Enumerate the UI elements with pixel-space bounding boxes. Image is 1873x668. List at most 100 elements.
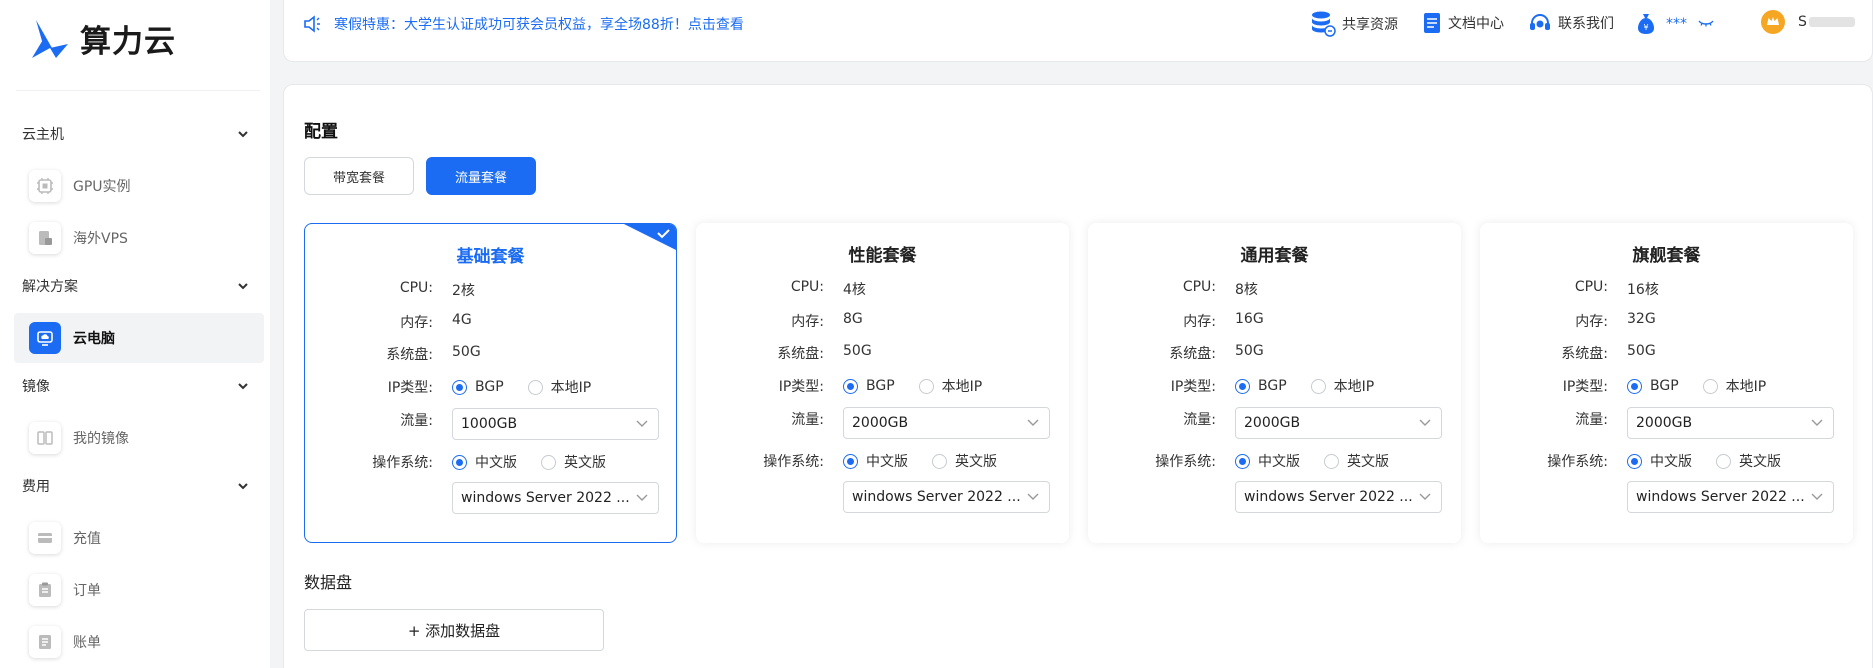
radio-english[interactable] bbox=[1324, 453, 1339, 469]
radio-local-ip[interactable] bbox=[1702, 378, 1718, 394]
radio-bgp[interactable] bbox=[452, 379, 467, 395]
section-billing[interactable]: 费用 bbox=[22, 474, 250, 498]
radio-english[interactable] bbox=[541, 454, 556, 470]
sidebar-item-my-images[interactable]: 我的镜像 bbox=[14, 413, 264, 463]
radio-label: 本地IP bbox=[941, 379, 983, 395]
sidebar-item-bills[interactable]: 账单 bbox=[14, 617, 264, 667]
radio-chinese[interactable] bbox=[843, 453, 858, 469]
radio-label: 英文版 bbox=[955, 454, 997, 470]
plan-card-basic[interactable]: 基础套餐 CPU: 2核 内存: 4G 系统盘: 50G IP类型: BGP 本… bbox=[304, 223, 677, 543]
eye-closed-icon[interactable] bbox=[1697, 18, 1715, 30]
radio-label: 本地IP bbox=[1333, 379, 1375, 395]
brand-name: 算力云 bbox=[80, 24, 176, 60]
logo[interactable]: 算力云 bbox=[30, 16, 176, 61]
radio-label: 中文版 bbox=[1258, 454, 1300, 470]
nav-shared-resources[interactable]: 共享资源 bbox=[1310, 10, 1398, 38]
sidebar-item-gpu[interactable]: GPU实例 bbox=[14, 161, 264, 211]
os-label: 操作系统: bbox=[1155, 454, 1216, 470]
nav-label: 共享资源 bbox=[1342, 17, 1398, 33]
os-select[interactable]: windows Server 2022 ... bbox=[1235, 481, 1442, 513]
select-value: windows Server 2022 ... bbox=[852, 489, 1021, 505]
plan-card-performance[interactable]: 性能套餐 CPU: 4核 内存: 8G 系统盘: 50G IP类型: BGP 本… bbox=[696, 223, 1069, 543]
plan-card-flagship[interactable]: 旗舰套餐 CPU: 16核 内存: 32G 系统盘: 50G IP类型: BGP… bbox=[1480, 223, 1853, 543]
section-label: 云主机 bbox=[22, 127, 64, 143]
radio-english[interactable] bbox=[932, 453, 947, 469]
section-solutions[interactable]: 解决方案 bbox=[22, 274, 250, 298]
mem-value: 16G bbox=[1235, 311, 1264, 327]
mem-value: 8G bbox=[843, 311, 863, 327]
nav-label: 联系我们 bbox=[1558, 16, 1614, 32]
chevron-down-icon bbox=[1811, 419, 1823, 426]
traffic-select[interactable]: 1000GB bbox=[452, 408, 659, 440]
radio-local-ip[interactable] bbox=[1310, 378, 1326, 394]
sidebar-item-orders[interactable]: 订单 bbox=[14, 565, 264, 615]
balance[interactable]: ¥ *** bbox=[1636, 12, 1715, 36]
os-select[interactable]: windows Server 2022 ... bbox=[452, 482, 659, 514]
cpu-value: 2核 bbox=[452, 283, 475, 299]
radio-chinese[interactable] bbox=[452, 454, 467, 470]
cpu-label: CPU: bbox=[1574, 279, 1608, 295]
disk-label: 系统盘: bbox=[386, 347, 433, 363]
disk-label: 系统盘: bbox=[777, 346, 824, 362]
database-icon bbox=[1312, 11, 1336, 37]
ip-label: IP类型: bbox=[1170, 379, 1216, 395]
divider bbox=[16, 90, 260, 91]
cpu-label: CPU: bbox=[399, 280, 433, 296]
radio-local-ip[interactable] bbox=[918, 378, 934, 394]
os-lang-radio-group: 中文版 英文版 bbox=[1627, 451, 1805, 471]
section-cloud-host[interactable]: 云主机 bbox=[22, 122, 250, 146]
traffic-select[interactable]: 2000GB bbox=[1627, 407, 1834, 439]
data-disk-label: 数据盘 bbox=[304, 573, 353, 592]
radio-label: 本地IP bbox=[1725, 379, 1767, 395]
ip-label: IP类型: bbox=[1562, 379, 1608, 395]
avatar-icon bbox=[1761, 10, 1785, 34]
radio-chinese[interactable] bbox=[1235, 453, 1250, 469]
os-select[interactable]: windows Server 2022 ... bbox=[843, 481, 1050, 513]
ip-label: IP类型: bbox=[778, 379, 824, 395]
nav-docs[interactable]: 文档中心 bbox=[1422, 12, 1504, 34]
cpu-value: 8核 bbox=[1235, 282, 1258, 298]
radio-label: BGP bbox=[866, 378, 895, 394]
server-icon bbox=[29, 222, 61, 254]
add-data-disk-button[interactable]: + 添加数据盘 bbox=[304, 609, 604, 651]
plan-name: 基础套餐 bbox=[456, 247, 525, 267]
plan-card-general[interactable]: 通用套餐 CPU: 8核 内存: 16G 系统盘: 50G IP类型: BGP … bbox=[1088, 223, 1461, 543]
radio-label: 中文版 bbox=[1650, 454, 1692, 470]
radio-local-ip[interactable] bbox=[527, 379, 543, 395]
section-images[interactable]: 镜像 bbox=[22, 374, 250, 398]
chevron-down-icon bbox=[1027, 493, 1039, 500]
config-panel: 配置 带宽套餐 流量套餐 基础套餐 CPU: 2核 内存: 4G 系统盘: 50… bbox=[283, 84, 1873, 668]
tab-traffic[interactable]: 流量套餐 bbox=[426, 157, 536, 195]
sidebar-item-cloud-pc[interactable]: 云电脑 bbox=[14, 313, 264, 363]
select-value: 2000GB bbox=[1244, 415, 1301, 431]
radio-label: 本地IP bbox=[550, 380, 592, 396]
ip-type-radio-group: BGP 本地IP bbox=[843, 376, 1006, 396]
ip-type-radio-group: BGP 本地IP bbox=[452, 377, 615, 397]
balance-hidden: *** bbox=[1666, 16, 1687, 32]
disk-label: 系统盘: bbox=[1169, 346, 1216, 362]
card-icon bbox=[29, 522, 61, 554]
radio-chinese[interactable] bbox=[1627, 453, 1642, 469]
section-label: 费用 bbox=[22, 479, 50, 495]
ip-type-radio-group: BGP 本地IP bbox=[1235, 376, 1398, 396]
user-menu[interactable]: S bbox=[1760, 9, 1855, 35]
sidebar-item-recharge[interactable]: 充值 bbox=[14, 513, 264, 563]
document-icon bbox=[1424, 13, 1440, 33]
chevron-down-icon bbox=[636, 494, 648, 501]
radio-bgp[interactable] bbox=[1627, 378, 1642, 394]
disk-label: 系统盘: bbox=[1561, 346, 1608, 362]
radio-english[interactable] bbox=[1716, 453, 1731, 469]
traffic-select[interactable]: 2000GB bbox=[1235, 407, 1442, 439]
tab-bandwidth[interactable]: 带宽套餐 bbox=[304, 157, 414, 195]
notice-banner[interactable]: 寒假特惠：大学生认证成功可获会员权益，享全场88折！点击查看 bbox=[302, 14, 744, 34]
sidebar-item-vps[interactable]: 海外VPS bbox=[14, 213, 264, 263]
cpu-value: 16核 bbox=[1627, 282, 1659, 298]
ip-type-radio-group: BGP 本地IP bbox=[1627, 376, 1790, 396]
nav-label: 文档中心 bbox=[1448, 16, 1504, 32]
radio-label: BGP bbox=[1258, 378, 1287, 394]
radio-bgp[interactable] bbox=[1235, 378, 1250, 394]
os-select[interactable]: windows Server 2022 ... bbox=[1627, 481, 1834, 513]
radio-bgp[interactable] bbox=[843, 378, 858, 394]
traffic-select[interactable]: 2000GB bbox=[843, 407, 1050, 439]
nav-contact[interactable]: 联系我们 bbox=[1528, 12, 1614, 34]
